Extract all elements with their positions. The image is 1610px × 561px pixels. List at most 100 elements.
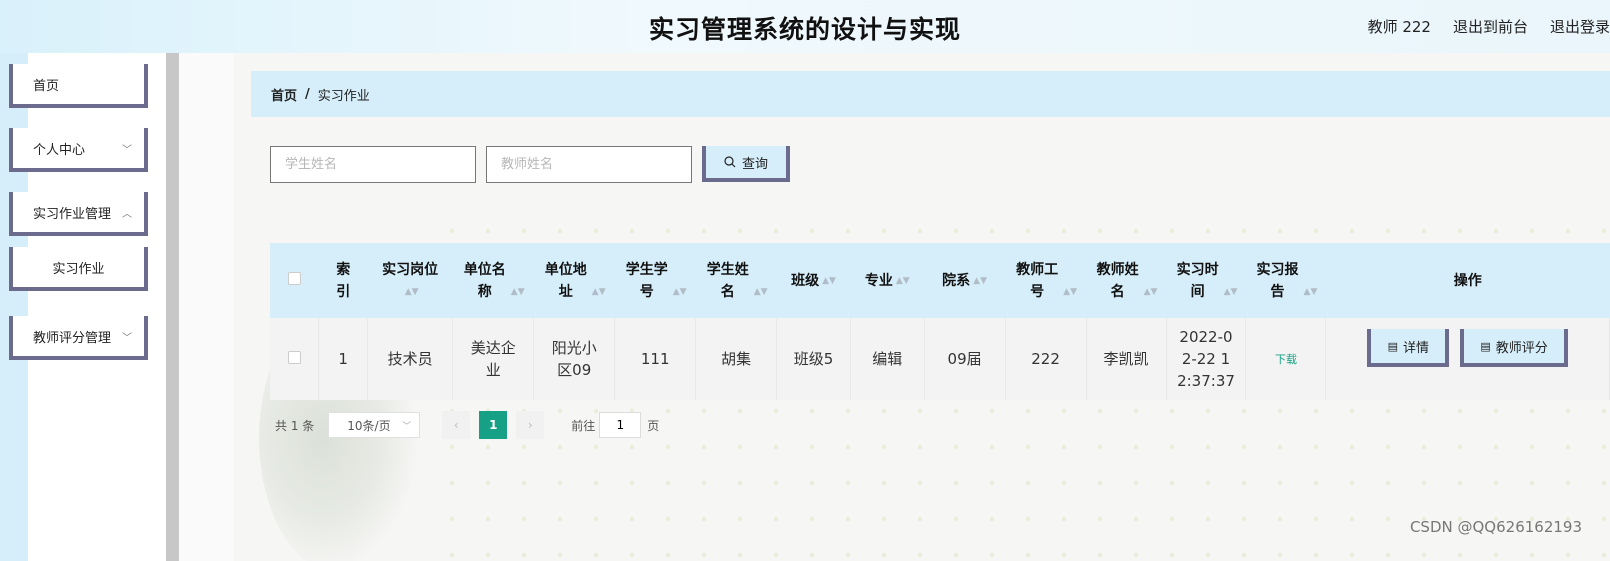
prev-page-button[interactable]: ‹ xyxy=(442,411,471,439)
page-size-select[interactable]: 10条/页 ﹀ xyxy=(328,412,421,438)
top-header: 实习管理系统的设计与实现 教师 222 退出到前台 退出登录 xyxy=(0,0,1610,53)
column-header-actions: 操作 xyxy=(1326,243,1610,318)
sidebar-item-personal-center[interactable]: 个人中心 ﹀ xyxy=(9,128,148,172)
sort-icon[interactable]: ▲▼ xyxy=(1224,281,1238,303)
column-header-label: 实习报告 xyxy=(1256,261,1299,300)
page-number-current[interactable]: 1 xyxy=(479,411,508,439)
column-header-class[interactable]: 班级 ▲▼ xyxy=(777,243,851,318)
cell-index: 1 xyxy=(318,318,369,400)
user-area: 教师 222 退出到前台 退出登录 xyxy=(1368,16,1610,37)
search-icon xyxy=(724,156,736,168)
row-checkbox[interactable] xyxy=(287,351,301,364)
sort-icon[interactable]: ▲▼ xyxy=(754,281,768,303)
sort-icon[interactable]: ▲▼ xyxy=(973,270,987,292)
sort-icon[interactable]: ▲▼ xyxy=(673,281,687,303)
detail-button[interactable]: ▤ 详情 xyxy=(1367,329,1450,367)
cell-position: 技术员 xyxy=(367,318,454,400)
column-header-label: 实习时间 xyxy=(1176,261,1219,300)
sort-icon[interactable]: ▲▼ xyxy=(822,270,836,292)
sort-icon[interactable]: ▲▼ xyxy=(1144,281,1158,303)
next-page-button[interactable]: › xyxy=(516,411,545,439)
column-header-position[interactable]: 实习岗位 ▲▼ xyxy=(368,243,453,318)
select-all-checkbox[interactable] xyxy=(287,271,301,285)
column-header-company[interactable]: 单位名称 ▲▼ xyxy=(453,243,534,318)
goto-label: 前往 xyxy=(571,418,596,433)
chevron-down-icon: ﹀ xyxy=(122,145,132,156)
breadcrumb: 首页 / 实习作业 xyxy=(251,71,1610,117)
column-header-label: 班级 xyxy=(791,272,820,289)
detail-button-label: 详情 xyxy=(1403,340,1430,356)
cell-time: 2022-02-22 12:37:37 xyxy=(1166,318,1247,400)
sort-icon[interactable]: ▲▼ xyxy=(592,281,606,303)
cell-class: 班级5 xyxy=(776,318,851,400)
cell-company-text: 美达企业 xyxy=(470,339,516,379)
sort-icon[interactable]: ▲▼ xyxy=(1304,281,1318,303)
sidebar-subitem-internship-homework[interactable]: 实习作业 xyxy=(9,247,148,291)
column-header-label: 专业 xyxy=(864,272,893,289)
column-header-student-name[interactable]: 学生姓名 ▲▼ xyxy=(696,243,777,318)
column-header-label: 单位名称 xyxy=(463,261,506,300)
column-header-label: 操作 xyxy=(1453,272,1482,289)
sidebar-item-label: 个人中心 xyxy=(33,142,86,158)
column-header-report[interactable]: 实习报告 ▲▼ xyxy=(1246,243,1326,318)
sort-icon[interactable]: ▲▼ xyxy=(511,281,525,303)
column-header-student-no[interactable]: 学生学号 ▲▼ xyxy=(615,243,696,318)
column-header-teacher-name[interactable]: 教师姓名 ▲▼ xyxy=(1086,243,1166,318)
chevron-down-icon: ﹀ xyxy=(402,422,412,432)
chevron-down-icon: ﹀ xyxy=(122,333,132,344)
column-header-time[interactable]: 实习时间 ▲▼ xyxy=(1166,243,1246,318)
sort-icon[interactable]: ▲▼ xyxy=(1063,281,1077,303)
breadcrumb-home[interactable]: 首页 xyxy=(271,85,297,104)
select-all-cell xyxy=(270,243,319,318)
page-size-value: 10条/页 xyxy=(347,418,391,433)
column-header-index: 索引 xyxy=(319,243,368,318)
column-header-label: 学生姓名 xyxy=(706,261,749,300)
cell-address: 阳光小区09 xyxy=(533,318,616,400)
column-header-label: 教师工号 xyxy=(1016,261,1059,300)
column-header-label: 单位地址 xyxy=(544,261,587,300)
document-icon: ▤ xyxy=(1480,339,1491,353)
cell-actions: ▤ 详情 ▤ 教师评分 xyxy=(1325,318,1610,400)
cell-student-name: 胡集 xyxy=(695,318,778,400)
sidebar-item-teacher-score-management[interactable]: 教师评分管理 ﹀ xyxy=(9,316,148,360)
teacher-score-button-label: 教师评分 xyxy=(1495,340,1548,356)
sort-icon[interactable]: ▲▼ xyxy=(896,270,910,292)
document-icon: ▤ xyxy=(1387,339,1399,353)
pagination: 共 1 条 10条/页 ﹀ ‹ 1 › 前往 页 xyxy=(275,411,659,439)
download-report-link[interactable]: 下载 xyxy=(1275,353,1297,366)
column-header-teacher-no[interactable]: 教师工号 ▲▼ xyxy=(1005,243,1086,318)
goto-page-input[interactable] xyxy=(599,412,642,438)
page-title: 实习管理系统的设计与实现 xyxy=(648,15,961,44)
cell-address-text: 阳光小区09 xyxy=(551,339,597,379)
cell-report: 下载 xyxy=(1245,318,1327,400)
student-name-search-input[interactable] xyxy=(270,146,476,183)
watermark: CSDN @QQ626162193 xyxy=(1409,518,1582,536)
cell-major: 编辑 xyxy=(850,318,925,400)
logout-link[interactable]: 退出登录 xyxy=(1550,16,1610,37)
row-select-cell xyxy=(270,318,320,400)
chevron-up-icon: ︿ xyxy=(122,209,132,220)
column-header-label: 院系 xyxy=(942,272,971,289)
teacher-name-search-input[interactable] xyxy=(486,146,692,183)
sidebar-scrollbar[interactable] xyxy=(166,53,179,561)
column-header-major[interactable]: 专业 ▲▼ xyxy=(850,243,924,318)
search-button[interactable]: 查询 xyxy=(702,146,790,182)
teacher-score-button[interactable]: ▤ 教师评分 xyxy=(1460,329,1569,367)
page-suffix: 页 xyxy=(647,418,660,433)
sort-icon[interactable]: ▲▼ xyxy=(405,281,419,303)
pagination-total: 共 1 条 xyxy=(275,418,315,433)
table-header-row: 索引 实习岗位 ▲▼ 单位名称 ▲▼ 单位地址 ▲▼ 学生学号 ▲▼ 学生姓名 ▲▼ 班级… xyxy=(270,243,1610,318)
sidebar-item-label: 实习作业管理 xyxy=(33,206,112,222)
exit-to-front-link[interactable]: 退出到前台 xyxy=(1453,16,1528,37)
search-button-label: 查询 xyxy=(741,156,768,172)
sidebar-item-home[interactable]: 首页 xyxy=(9,64,148,108)
table-row: 1 技术员 美达企业 阳光小区09 111 胡集 班级5 编辑 09届 222 … xyxy=(270,318,1610,400)
column-header-address[interactable]: 单位地址 ▲▼ xyxy=(534,243,615,318)
breadcrumb-current: 实习作业 xyxy=(317,88,370,104)
column-header-department[interactable]: 院系 ▲▼ xyxy=(924,243,1005,318)
sidebar-item-internship-homework-management[interactable]: 实习作业管理 ︿ xyxy=(9,192,148,236)
breadcrumb-separator: / xyxy=(305,86,310,102)
cell-teacher-no: 222 xyxy=(1005,318,1087,400)
cell-teacher-name: 李凯凯 xyxy=(1086,318,1167,400)
cell-company: 美达企业 xyxy=(452,318,535,400)
